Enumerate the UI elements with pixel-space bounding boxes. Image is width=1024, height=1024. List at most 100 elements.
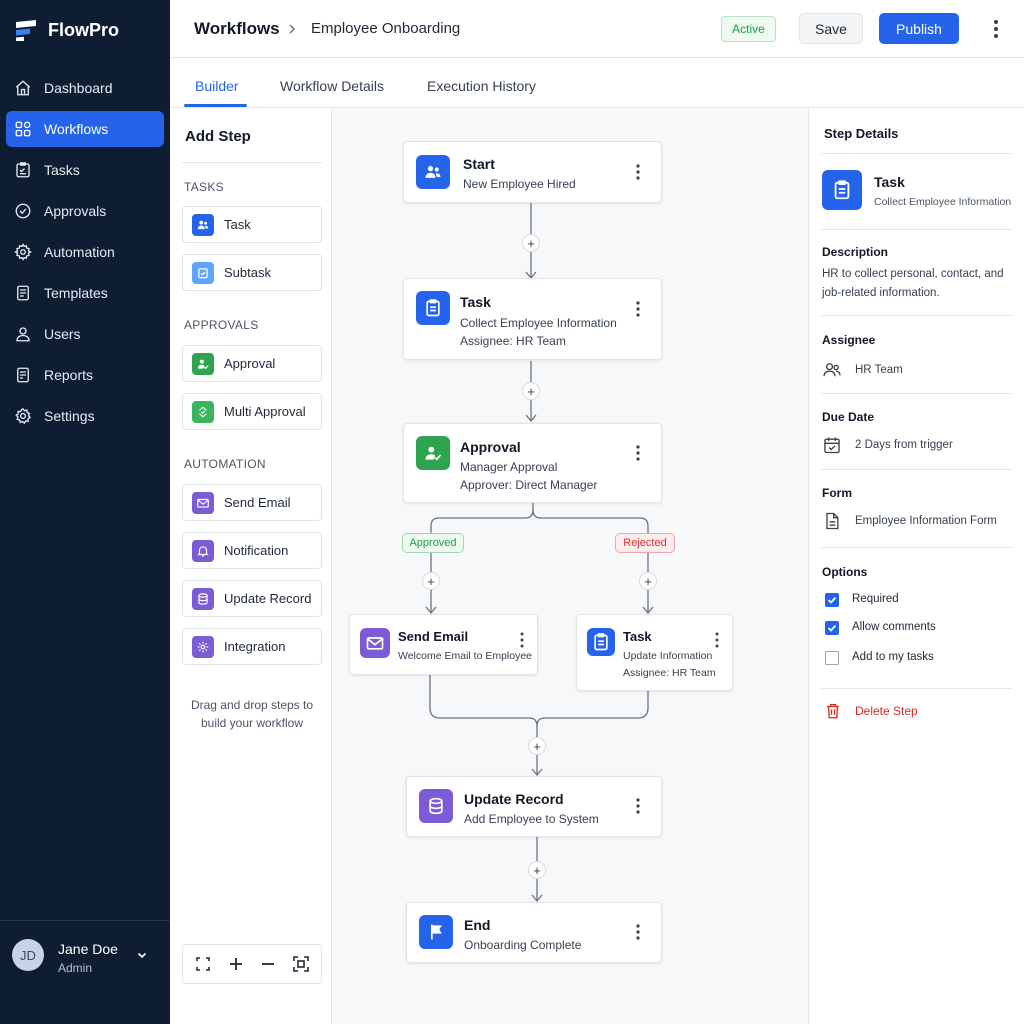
add-step-plus[interactable]: + xyxy=(528,861,546,879)
delete-step-button[interactable]: Delete Step xyxy=(824,702,918,720)
clipboard-icon xyxy=(416,291,450,325)
node-more-icon[interactable] xyxy=(635,923,641,941)
node-end[interactable]: End Onboarding Complete xyxy=(406,902,662,963)
node-more-icon[interactable] xyxy=(635,300,641,318)
step-item-label: Send Email xyxy=(224,495,291,510)
sidebar-item-users[interactable]: Users xyxy=(6,316,164,352)
sidebar-item-reports[interactable]: Reports xyxy=(6,357,164,393)
step-item-notification[interactable]: Notification xyxy=(182,532,322,569)
publish-button[interactable]: Publish xyxy=(879,13,959,44)
add-step-plus[interactable]: + xyxy=(522,234,540,252)
group-label-approvals: APPROVALS xyxy=(184,318,259,332)
node-title: Update Record xyxy=(464,791,564,807)
node-task[interactable]: Task Collect Employee Information Assign… xyxy=(403,278,662,360)
node-start[interactable]: Start New Employee Hired xyxy=(403,141,662,203)
step-item-update-record[interactable]: Update Record xyxy=(182,580,322,617)
mail-icon xyxy=(192,491,214,514)
save-button[interactable]: Save xyxy=(799,13,863,44)
sidebar-item-approvals[interactable]: Approvals xyxy=(6,193,164,229)
node-subtitle: New Employee Hired xyxy=(463,177,576,191)
add-to-my-tasks-checkbox[interactable] xyxy=(825,651,839,665)
form-label: Form xyxy=(822,486,852,500)
more-options-icon[interactable] xyxy=(990,18,1002,40)
sidebar-item-label: Approvals xyxy=(44,203,107,219)
brand[interactable]: FlowPro xyxy=(14,16,119,44)
add-step-plus[interactable]: + xyxy=(422,572,440,590)
tab-workflow-details[interactable]: Workflow Details xyxy=(280,78,384,94)
sidebar-item-workflows[interactable]: Workflows xyxy=(6,111,164,147)
tab-bar: Builder Workflow Details Execution Histo… xyxy=(170,58,1024,108)
tab-execution-history[interactable]: Execution History xyxy=(427,78,536,94)
step-details-panel: Step Details Task Collect Employee Infor… xyxy=(808,108,1024,1024)
sidebar-item-label: Settings xyxy=(44,408,95,424)
add-step-plus[interactable]: + xyxy=(528,737,546,755)
node-approval[interactable]: Approval Manager Approval Approver: Dire… xyxy=(403,423,662,503)
node-subtitle: Collect Employee Information xyxy=(460,316,617,330)
add-step-panel: Add Step TASKS Task Subtask APPROVALS Ap… xyxy=(170,108,332,1024)
node-update-record[interactable]: Update Record Add Employee to System xyxy=(406,776,662,837)
sidebar-item-dashboard[interactable]: Dashboard xyxy=(6,70,164,106)
branch-rejected-label: Rejected xyxy=(615,533,675,553)
grid-icon xyxy=(15,121,31,137)
drag-hint: Drag and drop steps to build your workfl… xyxy=(190,698,314,730)
required-checkbox[interactable] xyxy=(825,593,839,607)
node-assignee: Assignee: HR Team xyxy=(623,667,716,679)
node-more-icon[interactable] xyxy=(714,631,720,649)
group-label-automation: AUTOMATION xyxy=(184,457,266,471)
node-title: Approval xyxy=(460,439,521,455)
add-step-plus[interactable]: + xyxy=(522,382,540,400)
assignee-value: HR Team xyxy=(855,364,903,376)
sidebar-item-label: Reports xyxy=(44,367,94,383)
flowpro-logo-icon xyxy=(16,20,36,41)
form-value: Employee Information Form xyxy=(855,515,997,527)
zoom-out-icon[interactable] xyxy=(259,955,277,973)
assignee-label: Assignee xyxy=(822,333,876,347)
node-more-icon[interactable] xyxy=(635,163,641,181)
breadcrumb-current: Employee Onboarding xyxy=(311,20,461,37)
workflow-canvas[interactable]: Start New Employee Hired + Task Collect … xyxy=(333,108,1011,1024)
step-item-subtask[interactable]: Subtask xyxy=(182,254,322,291)
due-date-field[interactable]: 2 Days from trigger xyxy=(822,435,953,455)
tab-active-indicator xyxy=(184,104,247,107)
add-step-plus[interactable]: + xyxy=(639,572,657,590)
user-profile[interactable]: JD Jane Doe Admin xyxy=(0,920,170,1024)
report-icon xyxy=(17,367,29,383)
checklist-icon xyxy=(16,162,30,178)
node-more-icon[interactable] xyxy=(519,631,525,649)
sidebar-item-automation[interactable]: Automation xyxy=(6,234,164,270)
assignee-field[interactable]: HR Team xyxy=(822,360,903,380)
node-more-icon[interactable] xyxy=(635,444,641,462)
step-item-approval[interactable]: Approval xyxy=(182,345,322,382)
node-more-icon[interactable] xyxy=(635,797,641,815)
step-name: Task xyxy=(874,174,905,190)
step-item-task[interactable]: Task xyxy=(182,206,322,243)
zoom-in-icon[interactable] xyxy=(227,955,245,973)
divider xyxy=(821,547,1013,548)
step-item-label: Approval xyxy=(224,356,276,371)
step-item-integration[interactable]: Integration xyxy=(182,628,322,665)
node-title: Send Email xyxy=(398,629,469,644)
header: Workflows Employee Onboarding Active Sav… xyxy=(170,0,1024,58)
sidebar-item-label: Workflows xyxy=(44,121,109,137)
step-item-send-email[interactable]: Send Email xyxy=(182,484,322,521)
flag-icon xyxy=(419,915,453,949)
chevron-down-icon[interactable] xyxy=(136,949,148,961)
sidebar-item-templates[interactable]: Templates xyxy=(6,275,164,311)
multi-approval-icon xyxy=(192,400,214,423)
node-send-email[interactable]: Send Email Welcome Email to Employee xyxy=(349,614,538,675)
task-icon xyxy=(192,213,214,236)
node-task-update[interactable]: Task Update Information Assignee: HR Tea… xyxy=(576,614,733,691)
sidebar-item-settings[interactable]: Settings xyxy=(6,398,164,434)
fit-screen-icon[interactable] xyxy=(194,955,212,973)
fullscreen-icon[interactable] xyxy=(292,955,310,973)
sidebar-item-tasks[interactable]: Tasks xyxy=(6,152,164,188)
breadcrumb-workflows[interactable]: Workflows xyxy=(194,19,280,39)
tab-builder[interactable]: Builder xyxy=(195,78,239,94)
allow-comments-checkbox[interactable] xyxy=(825,621,839,635)
users-icon xyxy=(823,363,841,377)
database-icon xyxy=(192,587,214,610)
connector-lines xyxy=(425,203,654,903)
form-field[interactable]: Employee Information Form xyxy=(822,511,997,531)
home-icon xyxy=(15,80,31,96)
step-item-multi-approval[interactable]: Multi Approval xyxy=(182,393,322,430)
